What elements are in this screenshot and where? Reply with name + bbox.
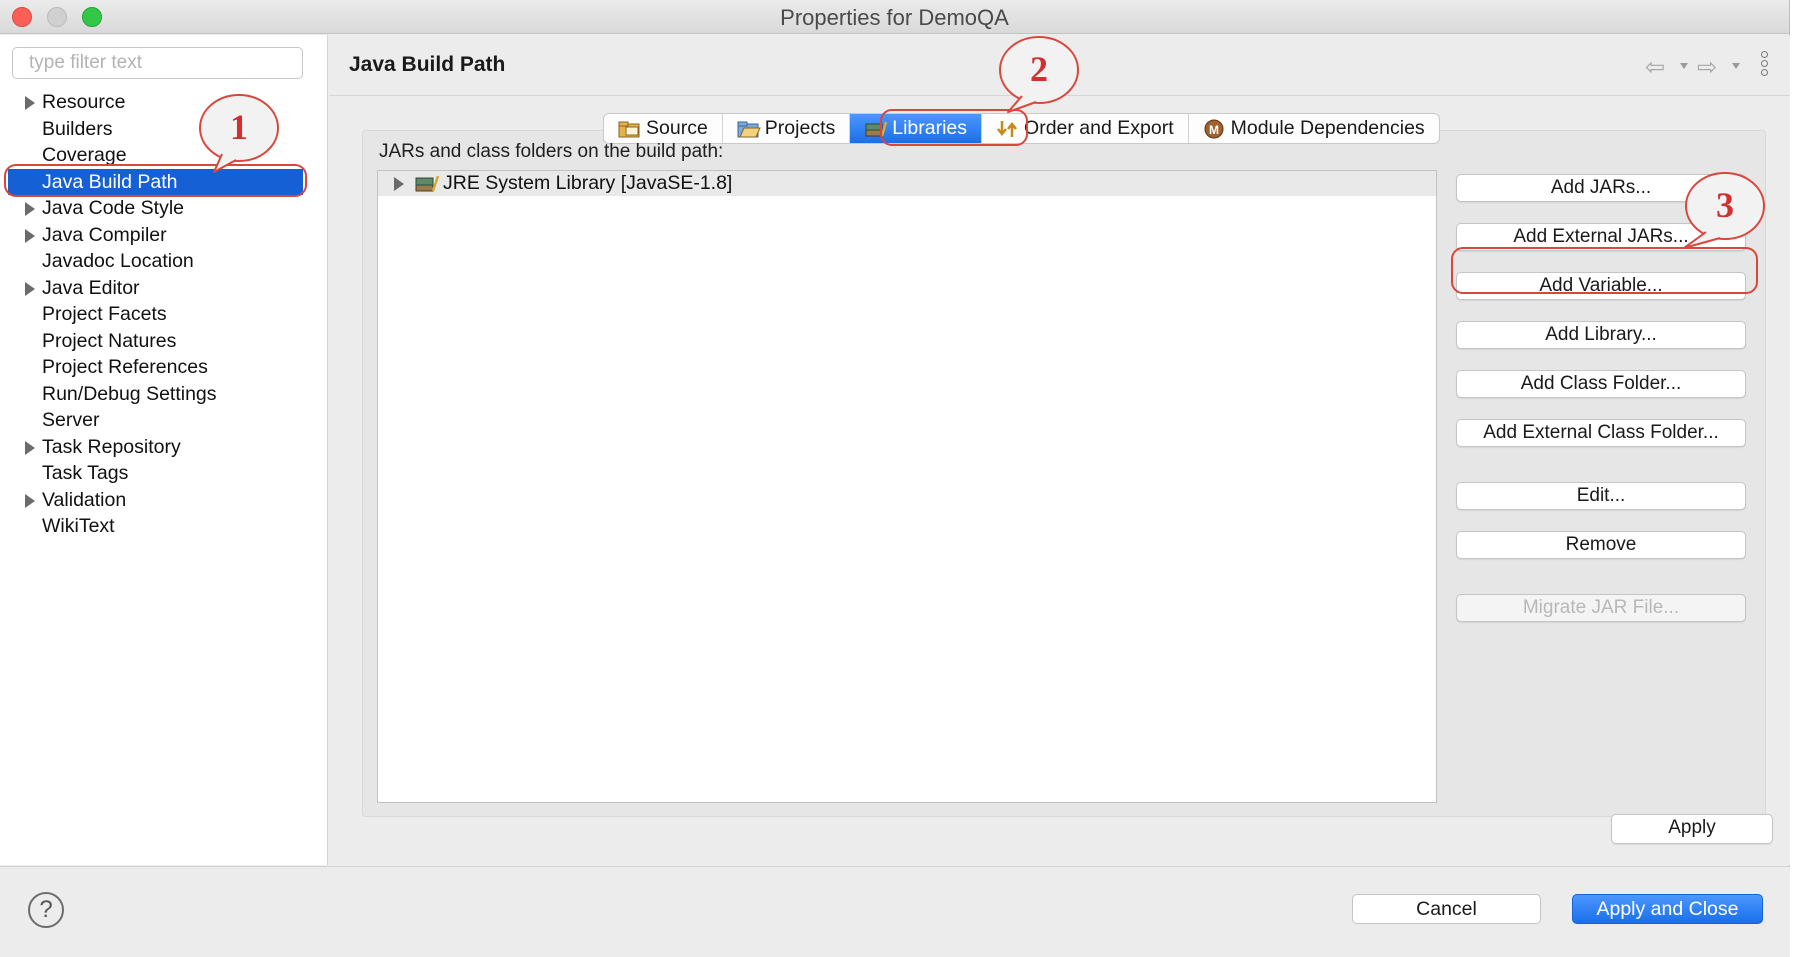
remove-button[interactable]: Remove <box>1456 531 1746 559</box>
tree-item-label: Java Editor <box>42 276 140 299</box>
tree-item-label: Project Natures <box>42 329 177 352</box>
migrate-jar-file-button: Migrate JAR File... <box>1456 594 1746 622</box>
expand-arrow-icon[interactable] <box>25 281 35 296</box>
help-icon[interactable]: ? <box>28 892 64 928</box>
library-icon <box>414 174 440 193</box>
tab-projects[interactable]: Projects <box>723 114 851 143</box>
back-arrow-icon[interactable]: ⇦ <box>1645 53 1665 82</box>
properties-page: Java Build Path ⇦ ⇨ Source Projects Libr… <box>329 35 1790 865</box>
tab-source[interactable]: Source <box>604 114 723 143</box>
page-title: Java Build Path <box>349 53 506 76</box>
cancel-button[interactable]: Cancel <box>1352 894 1541 924</box>
source-folder-icon <box>618 119 642 139</box>
add-library-button[interactable]: Add Library... <box>1456 321 1746 349</box>
tree-item-label: Task Tags <box>42 462 129 484</box>
tab-label: Projects <box>764 117 836 139</box>
add-external-class-folder-button[interactable]: Add External Class Folder... <box>1456 419 1746 447</box>
tab-label: Module Dependencies <box>1230 117 1425 139</box>
tree-item-run-debug-settings[interactable]: Run/Debug Settings <box>0 381 327 408</box>
tree-item-label: Java Compiler <box>42 223 167 246</box>
list-item[interactable]: JRE System Library [JavaSE-1.8] <box>378 171 1436 196</box>
expand-arrow-icon[interactable] <box>25 96 35 110</box>
tab-module-dependencies[interactable]: M Module Dependencies <box>1189 114 1439 143</box>
build-path-label: JARs and class folders on the build path… <box>379 141 724 162</box>
svg-text:M: M <box>1209 123 1219 137</box>
add-class-folder-button[interactable]: Add Class Folder... <box>1456 370 1746 398</box>
tree-item-wikitext[interactable]: WikiText <box>0 513 327 540</box>
annotation-callout-1: 1 <box>188 92 288 187</box>
apply-button[interactable]: Apply <box>1611 814 1773 844</box>
tree-item-label: Javadoc Location <box>42 250 194 272</box>
expand-arrow-icon[interactable] <box>25 228 35 243</box>
libraries-list[interactable]: JRE System Library [JavaSE-1.8] <box>377 170 1437 803</box>
tree-item-label: Validation <box>42 488 127 511</box>
apply-and-close-button[interactable]: Apply and Close <box>1572 894 1763 924</box>
edit-button[interactable]: Edit... <box>1456 482 1746 510</box>
tree-item-project-natures[interactable]: Project Natures <box>0 328 327 355</box>
tree-item-java-compiler[interactable]: Java Compiler <box>0 222 327 249</box>
title-bar: Properties for DemoQA <box>0 0 1789 34</box>
tree-item-label: Project References <box>42 356 208 378</box>
tree-item-javadoc-location[interactable]: Javadoc Location <box>0 248 327 275</box>
expand-arrow-icon[interactable] <box>25 493 35 508</box>
tree-item-label: Java Code Style <box>42 197 184 219</box>
tree-item-task-tags[interactable]: Task Tags <box>0 460 327 487</box>
tab-label: Source <box>646 117 708 139</box>
tree-item-project-facets[interactable]: Project Facets <box>0 301 327 328</box>
annotation-callout-2: 2 <box>990 34 1090 129</box>
tree-item-java-editor[interactable]: Java Editor <box>0 275 327 302</box>
tree-item-project-references[interactable]: Project References <box>0 354 327 381</box>
properties-dialog: Properties for DemoQA Resource Builders … <box>0 0 1790 957</box>
filter-input[interactable] <box>12 47 303 79</box>
window-title: Properties for DemoQA <box>780 5 1009 30</box>
projects-folder-icon <box>737 119 761 139</box>
tree-item-label: WikiText <box>42 515 115 537</box>
tree-item-label: Project Facets <box>42 303 167 325</box>
back-history-dropdown-icon[interactable] <box>1680 63 1688 69</box>
tree-item-label: Resource <box>42 91 126 113</box>
tree-item-validation[interactable]: Validation <box>0 487 327 514</box>
callout-number: 3 <box>1716 185 1734 225</box>
library-label: JRE System Library [JavaSE-1.8] <box>443 172 733 194</box>
callout-number: 2 <box>1030 49 1048 89</box>
tree-item-label: Run/Debug Settings <box>42 382 217 405</box>
forward-history-dropdown-icon[interactable] <box>1732 63 1740 69</box>
expand-arrow-icon[interactable] <box>394 177 404 191</box>
tree-item-label: Server <box>42 409 100 431</box>
annotation-callout-3: 3 <box>1676 170 1776 265</box>
view-menu-icon[interactable] <box>1761 51 1769 78</box>
module-icon: M <box>1203 119 1227 139</box>
tree-item-label: Coverage <box>42 144 127 166</box>
tree-item-server[interactable]: Server <box>0 407 327 434</box>
tree-item-label: Task Repository <box>42 435 181 458</box>
tree-item-java-code-style[interactable]: Java Code Style <box>0 195 327 222</box>
tree-item-label: Builders <box>42 117 113 140</box>
expand-arrow-icon[interactable] <box>25 440 35 455</box>
tree-item-task-repository[interactable]: Task Repository <box>0 434 327 461</box>
dialog-footer: ? Cancel Apply and Close <box>0 866 1790 957</box>
callout-number: 1 <box>230 107 248 147</box>
forward-arrow-icon[interactable]: ⇨ <box>1697 53 1717 82</box>
expand-arrow-icon[interactable] <box>25 202 35 216</box>
